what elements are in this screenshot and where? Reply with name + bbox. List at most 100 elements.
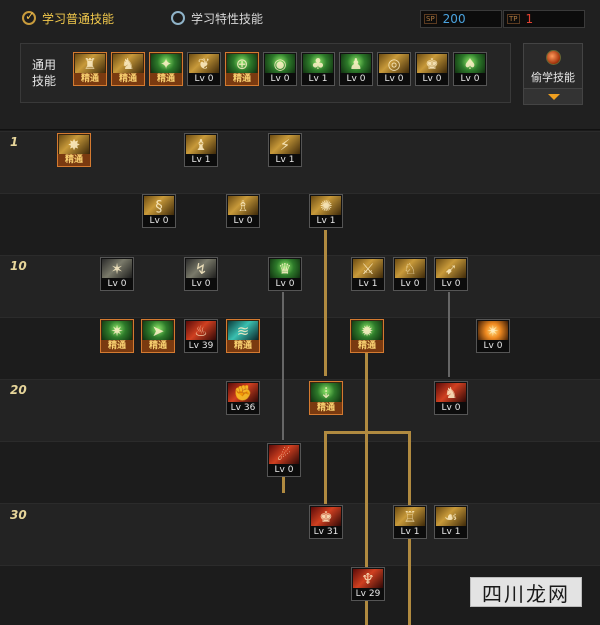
skill-badge: 精通 [150,73,182,85]
skill-badge: Lv 0 [394,278,426,290]
skill-badge: Lv 0 [185,278,217,290]
tab-normal-skills[interactable]: 学习普通技能 [22,8,114,28]
common-skill-3[interactable]: ✦ 精通 [149,52,183,86]
gold-chain-icon: § [144,196,174,216]
tree-skill[interactable]: ✹ 精通 [350,319,384,353]
tree-skill[interactable]: ♝ Lv 1 [184,133,218,167]
tree-skill[interactable]: ✸ 精通 [57,133,91,167]
red-rush-icon: ♞ [436,383,466,403]
green-run-icon: ✦ [151,54,181,74]
tab-label: 学习普通技能 [42,11,115,26]
tree-skill[interactable]: ⚔ Lv 1 [351,257,385,291]
grey-spin-icon: ✶ [102,259,132,279]
skill-badge: Lv 31 [310,526,342,538]
gold-guard-icon: ♖ [395,507,425,527]
gold-burst-icon: ✺ [311,196,341,216]
green-dash-icon: ➤ [143,321,173,341]
common-skill-9[interactable]: ◎ Lv 0 [377,52,411,86]
skill-badge: 精通 [310,402,342,414]
skill-badge: Lv 1 [302,73,334,85]
tree-row [0,503,600,565]
tree-skill[interactable]: ↯ Lv 0 [184,257,218,291]
tree-skill[interactable]: ♘ Lv 0 [393,257,427,291]
tree-skill[interactable]: ♗ Lv 0 [226,194,260,228]
tree-skill[interactable]: ✷ 精通 [100,319,134,353]
skill-badge: Lv 0 [435,278,467,290]
skill-badge: 精通 [227,340,259,352]
level-label: 1 [10,135,19,149]
tree-skill[interactable]: ♞ Lv 0 [434,381,468,415]
gold-crouch-icon: ♝ [186,135,216,155]
tree-skill[interactable]: § Lv 0 [142,194,176,228]
common-skill-11[interactable]: ♠ Lv 0 [453,52,487,86]
tree-skill[interactable]: ☙ Lv 1 [434,505,468,539]
skill-badge: Lv 0 [454,73,486,85]
sp-counter: SP 200 [420,10,502,28]
connector-line [282,292,284,440]
tree-skill[interactable]: ♆ Lv 29 [351,567,385,601]
green-spirit-icon: ♠ [455,54,485,74]
tree-skill[interactable]: ♚ Lv 31 [309,505,343,539]
common-skill-6[interactable]: ◉ Lv 0 [263,52,297,86]
orange-blast-icon: ✴ [478,321,508,341]
tree-row [0,379,600,441]
skill-badge: Lv 1 [185,154,217,166]
tree-skill[interactable]: ✶ Lv 0 [100,257,134,291]
skill-badge: Lv 0 [264,73,296,85]
common-skill-2[interactable]: ♞ 精通 [111,52,145,86]
red-grab-icon: ☄ [269,445,299,465]
skill-badge: Lv 0 [143,215,175,227]
skill-badge: 精通 [351,340,383,352]
tree-skill[interactable]: ⇣ 精通 [309,381,343,415]
tree-skill[interactable]: ≋ 精通 [226,319,260,353]
teal-wave-icon: ≋ [228,321,258,341]
tree-skill[interactable]: ✴ Lv 0 [476,319,510,353]
tab-label: 学习特性技能 [191,11,264,26]
tree-skill[interactable]: ♨ Lv 39 [184,319,218,353]
gold-combo-icon: ⚔ [353,259,383,279]
common-skill-8[interactable]: ♟ Lv 0 [339,52,373,86]
tab-trait-skills[interactable]: 学习特性技能 [171,8,263,28]
tree-skill[interactable]: ♖ Lv 1 [393,505,427,539]
tree-skill[interactable]: ✊ Lv 36 [226,381,260,415]
skill-badge: Lv 1 [352,278,384,290]
tree-skill[interactable]: ➤ 精通 [141,319,175,353]
steal-orb-icon [546,50,561,65]
common-skill-1[interactable]: ♜ 精通 [73,52,107,86]
skill-badge: Lv 0 [477,340,509,352]
tree-skill[interactable]: ♛ Lv 0 [268,257,302,291]
skill-badge: Lv 36 [227,402,259,414]
tree-skill[interactable]: ☄ Lv 0 [267,443,301,477]
tp-value: 1 [525,12,534,26]
green-armor-icon: ♛ [270,259,300,279]
common-skill-5[interactable]: ⊕ 精通 [225,52,259,86]
skill-badge: Lv 1 [269,154,301,166]
skill-badge: 精通 [142,340,174,352]
steal-skill-dropdown[interactable] [523,88,583,105]
skill-badge: Lv 1 [310,215,342,227]
gold-wings-icon: ❦ [189,54,219,74]
common-skill-10[interactable]: ♚ Lv 0 [415,52,449,86]
sp-value: 200 [442,12,466,26]
skill-badge: Lv 0 [435,402,467,414]
green-target-icon: ⊕ [227,54,257,74]
skill-badge: 精通 [101,340,133,352]
grey-kick-icon: ↯ [186,259,216,279]
tree-skill[interactable]: ⚡ Lv 1 [268,133,302,167]
common-skill-7[interactable]: ♣ Lv 1 [301,52,335,86]
skill-badge: 精通 [112,73,144,85]
common-skills-panel: 通用技能 ♜ 精通 ♞ 精通 ✦ 精通 ❦ Lv 0 ⊕ 精通 ◉ Lv 0 ♣ Lv 1 ♟… [20,43,511,103]
dropdown-arrow-icon [548,94,560,100]
common-skill-4[interactable]: ❦ Lv 0 [187,52,221,86]
tp-counter: TP 1 [503,10,585,28]
tree-skill[interactable]: ✺ Lv 1 [309,194,343,228]
skill-header: 学习普通技能 学习特性技能 SP 200 TP 1 通用技能 ♜精通 ♞精通 ✦… [0,0,600,130]
tree-skill[interactable]: ➹ Lv 0 [434,257,468,291]
skill-badge: Lv 0 [269,278,301,290]
skill-badge: Lv 0 [378,73,410,85]
red-fist-icon: ✊ [228,383,258,403]
skill-tree[interactable]: 1 10 20 30 ✸ 精通 ♝ Lv 1 ⚡ Lv 1 § Lv 0 ♗ Lv 0 ✺… [0,131,600,625]
level-label: 10 [10,259,27,273]
tree-row [0,193,600,255]
green-explode-icon: ✹ [352,321,382,341]
